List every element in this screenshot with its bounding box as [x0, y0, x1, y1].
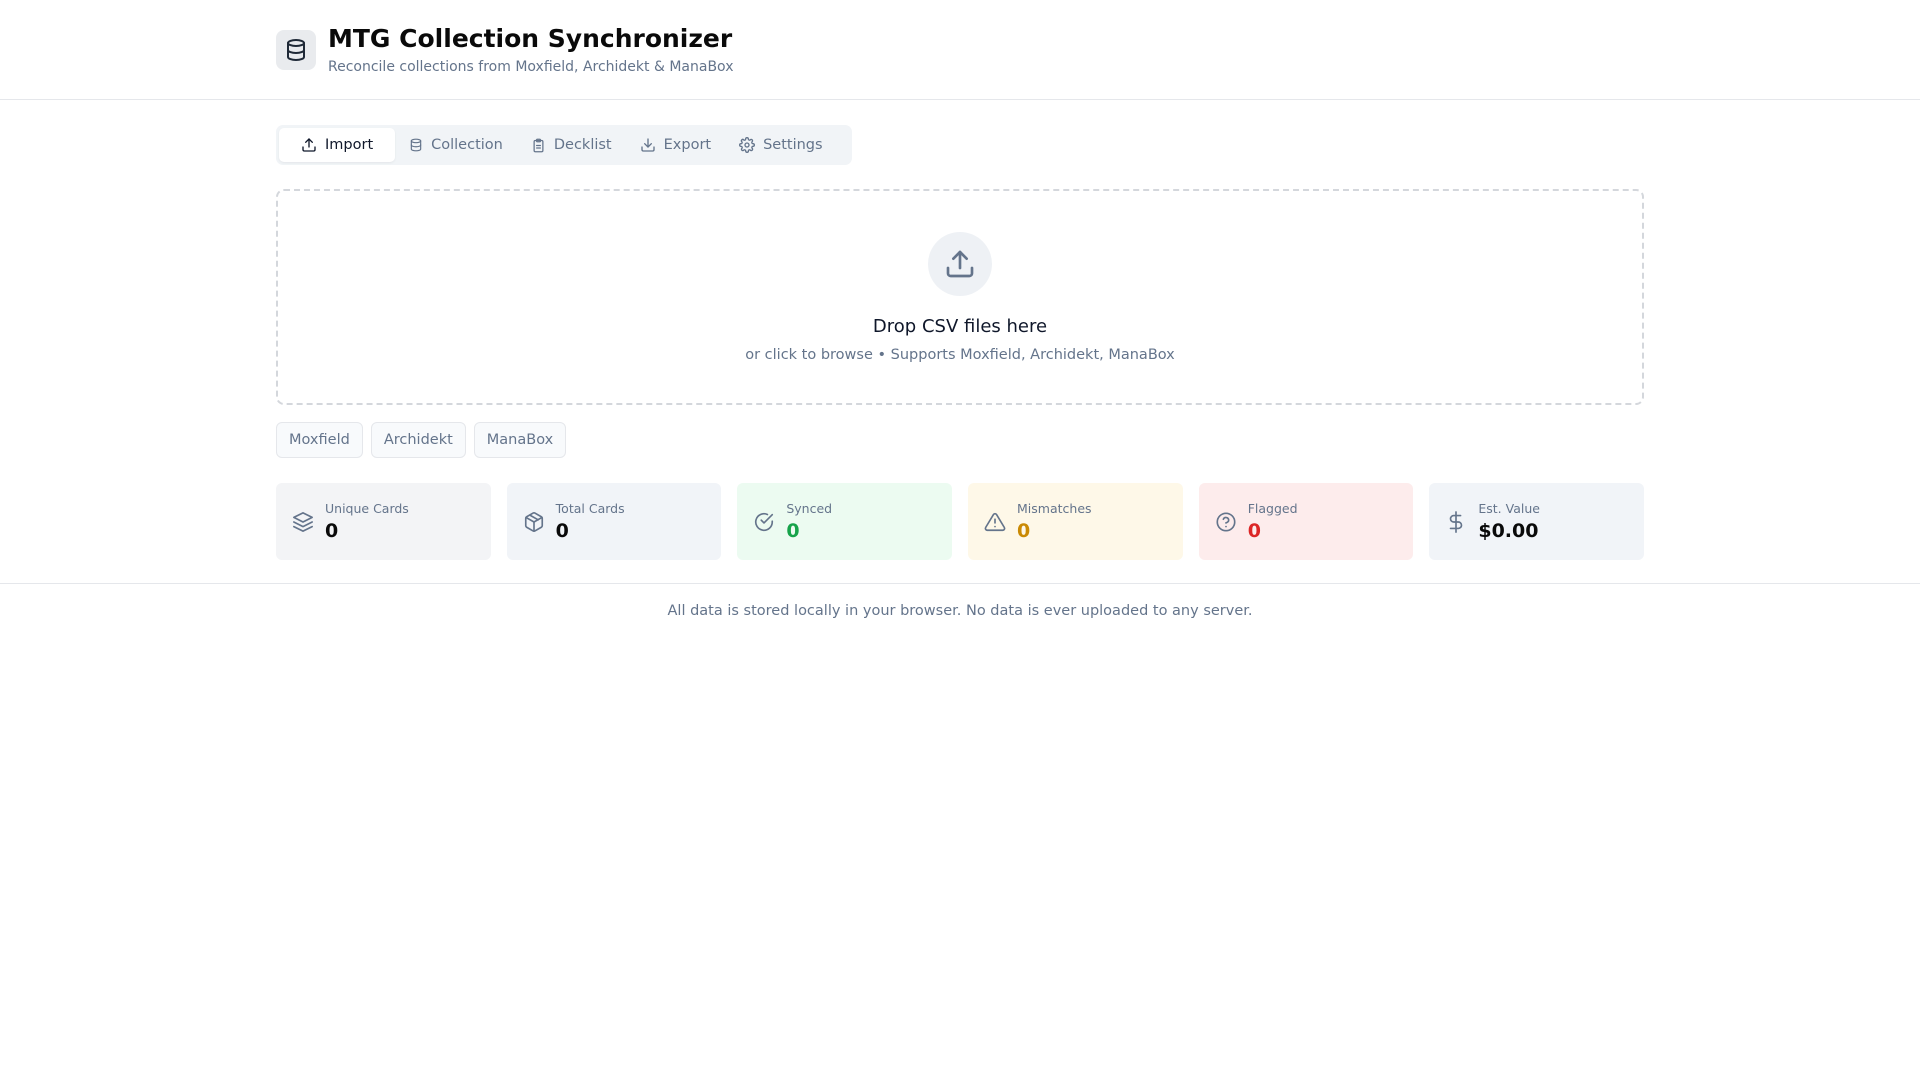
stat-total-cards: Total Cards 0: [506, 483, 722, 560]
source-chip-archidekt[interactable]: Archidekt: [370, 422, 466, 458]
page-subtitle: Reconcile collections from Moxfield, Arc…: [328, 59, 734, 75]
app-header: MTG Collection Synchronizer Reconcile co…: [0, 0, 1920, 100]
header-brand: MTG Collection Synchronizer Reconcile co…: [276, 24, 733, 76]
help-circle-icon: [1214, 510, 1238, 534]
check-circle-icon: [752, 510, 776, 534]
tab-import[interactable]: Import: [279, 128, 396, 162]
download-icon: [640, 138, 655, 152]
stat-value: 0: [325, 519, 339, 542]
stats-row: Unique Cards 0 Total Cards 0 Synced 0 Mi…: [276, 483, 1645, 560]
privacy-notice: All data is stored locally in your brows…: [667, 602, 1253, 619]
stat-synced: Synced 0: [737, 483, 953, 560]
stat-label: Total Cards: [555, 500, 625, 516]
tab-label: Collection: [431, 137, 503, 153]
stat-label: Est. Value: [1478, 500, 1540, 516]
source-chip-manabox[interactable]: ManaBox: [473, 422, 567, 458]
stat-label: Flagged: [1247, 500, 1298, 516]
tab-label: Settings: [763, 137, 823, 153]
stat-value: 0: [1247, 519, 1261, 542]
tab-bar: Import Collection Decklist Export Settin…: [276, 125, 852, 165]
stat-unique-cards: Unique Cards 0: [276, 483, 491, 560]
source-chip-moxfield[interactable]: Moxfield: [276, 422, 363, 458]
page-title: MTG Collection Synchronizer: [328, 24, 733, 53]
stat-flagged: Flagged 0: [1198, 483, 1414, 560]
dollar-icon: [1444, 510, 1468, 534]
stat-label: Unique Cards: [325, 500, 409, 516]
stat-label: Mismatches: [1017, 500, 1092, 516]
source-chips: Moxfield Archidekt ManaBox: [276, 422, 567, 458]
csv-dropzone[interactable]: Drop CSV files here or click to browse •…: [276, 189, 1644, 405]
tab-label: Export: [663, 137, 712, 153]
stat-value: $0.00: [1478, 519, 1539, 542]
tab-label: Import: [325, 137, 374, 153]
package-icon: [522, 510, 546, 534]
upload-icon: [928, 232, 992, 296]
stat-value: 0: [1017, 519, 1031, 542]
stat-value: 0: [555, 519, 569, 542]
database-icon: [276, 30, 316, 70]
gear-icon: [739, 137, 756, 153]
stat-label: Synced: [786, 500, 833, 516]
tab-collection[interactable]: Collection: [395, 128, 517, 162]
stat-est-value: Est. Value $0.00: [1429, 483, 1645, 560]
stat-mismatches: Mismatches 0: [968, 483, 1183, 560]
tab-settings[interactable]: Settings: [725, 128, 836, 162]
upload-icon: [302, 138, 316, 152]
layers-icon: [291, 510, 315, 534]
stat-value: 0: [786, 519, 800, 542]
app-footer: All data is stored locally in your brows…: [0, 583, 1920, 637]
tab-label: Decklist: [553, 137, 612, 153]
dropzone-subtitle: or click to browse • Supports Moxfield, …: [745, 347, 1175, 363]
clipboard-icon: [533, 138, 544, 152]
tab-decklist[interactable]: Decklist: [517, 128, 626, 162]
dropzone-title: Drop CSV files here: [872, 316, 1048, 337]
warning-icon: [983, 510, 1007, 534]
tab-export[interactable]: Export: [626, 128, 725, 162]
database-icon: [410, 138, 422, 152]
